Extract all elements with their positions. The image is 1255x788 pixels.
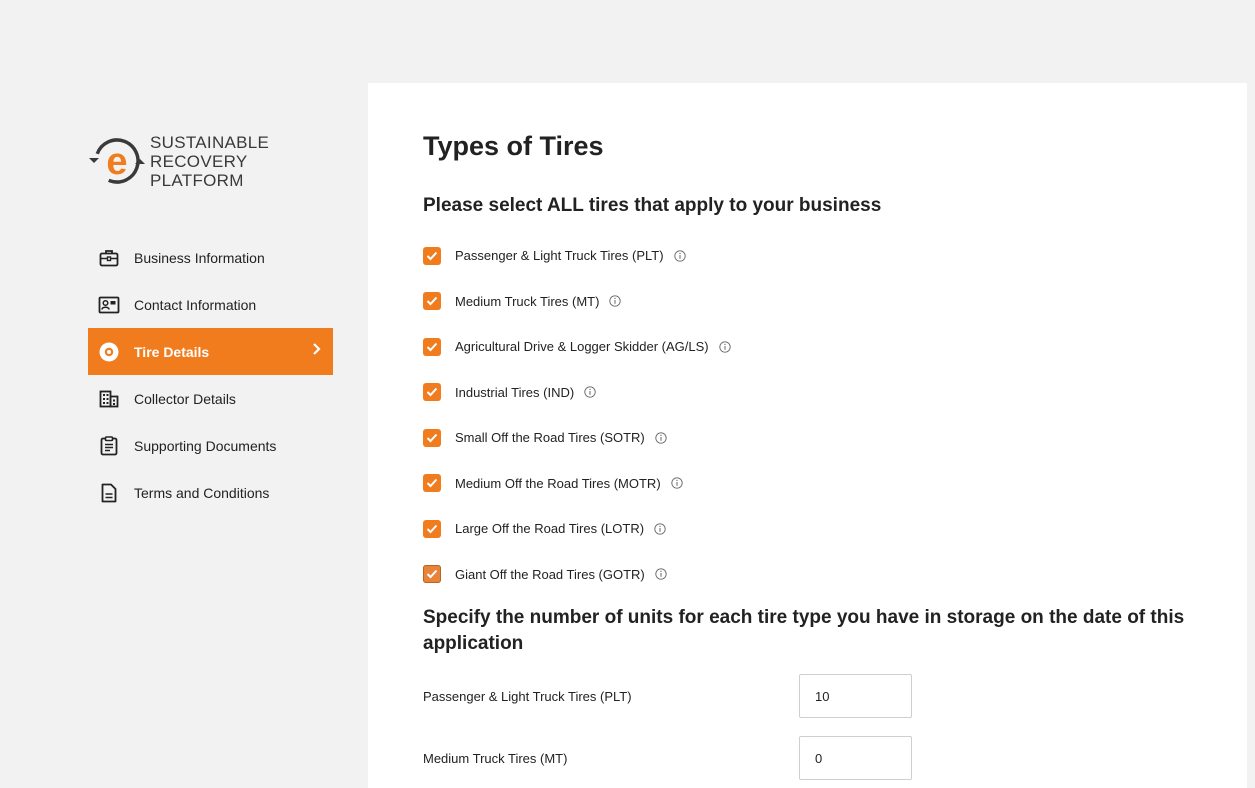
tire-icon [98,341,120,363]
checkbox-checked[interactable] [423,428,441,447]
info-icon[interactable] [584,386,596,398]
sidebar-item-supporting-documents[interactable]: Supporting Documents [88,422,333,469]
check-icon [426,342,438,352]
select-tires-heading: Please select ALL tires that apply to yo… [423,195,882,216]
checkbox-checked[interactable] [423,383,441,402]
checkbox-checked[interactable] [423,565,441,584]
tire-option-label: Medium Off the Road Tires (MOTR) [455,475,661,491]
brand-text: SUSTAINABLE RECOVERY PLATFORM [150,133,269,190]
sidebar-item-terms-and-conditions[interactable]: Terms and Conditions [88,469,333,516]
storage-row-plt: Passenger & Light Truck Tires (PLT) [423,674,923,718]
tire-option-label: Large Off the Road Tires (LOTR) [455,521,645,537]
sidebar-item-label: Business Information [134,249,265,266]
check-icon [426,251,438,261]
document-icon [98,482,120,504]
sidebar-item-business-information[interactable]: Business Information [88,234,333,281]
sidebar-item-tire-details[interactable]: Tire Details [88,328,333,375]
checkbox-checked[interactable] [423,246,441,265]
checkbox-checked[interactable] [423,337,441,356]
chevron-right-icon [312,342,321,361]
tire-option-agls[interactable]: Agricultural Drive & Logger Skidder (AG/… [423,324,731,370]
tire-option-label: Agricultural Drive & Logger Skidder (AG/… [455,339,709,355]
storage-row-mt: Medium Truck Tires (MT) [423,736,923,780]
check-icon [426,433,438,443]
tire-option-label: Industrial Tires (IND) [455,384,575,400]
info-icon[interactable] [609,295,622,307]
building-icon [98,388,120,410]
tire-option-plt[interactable]: Passenger & Light Truck Tires (PLT) [423,233,731,279]
tire-option-label: Medium Truck Tires (MT) [455,293,600,309]
tire-option-ind[interactable]: Industrial Tires (IND) [423,370,731,416]
sidebar-item-label: Contact Information [134,296,257,313]
checkbox-checked[interactable] [423,519,441,538]
info-icon[interactable] [654,523,666,535]
tire-option-label: Passenger & Light Truck Tires (PLT) [455,248,664,264]
sidebar-item-label: Supporting Documents [134,437,277,454]
sidebar: e SUSTAINABLE RECOVERY PLATFORM Business… [0,0,368,788]
tire-option-lotr[interactable]: Large Off the Road Tires (LOTR) [423,506,731,552]
svg-text:e: e [106,141,127,183]
clipboard-icon [98,435,120,457]
brand-line-1: SUSTAINABLE [150,132,270,152]
sidebar-item-label: Collector Details [134,390,236,407]
brand-line-2: RECOVERY [150,151,248,171]
info-icon[interactable] [673,250,686,262]
info-icon[interactable] [655,432,667,444]
checkbox-checked[interactable] [423,292,441,311]
logo-icon: e [89,138,145,184]
check-icon [426,524,438,534]
sidebar-item-label: Tire Details [134,343,210,360]
briefcase-icon [98,247,120,269]
contact-card-icon [98,294,120,316]
storage-plt-input[interactable] [799,674,912,718]
main-panel: Types of Tires Please select ALL tires t… [368,83,1247,788]
sidebar-item-contact-information[interactable]: Contact Information [88,281,333,328]
storage-mt-input[interactable] [799,736,912,780]
tire-option-label: Small Off the Road Tires (SOTR) [455,430,645,446]
info-icon[interactable] [718,341,731,353]
tire-option-motr[interactable]: Medium Off the Road Tires (MOTR) [423,461,731,507]
brand-line-3: PLATFORM [150,170,244,190]
sidebar-item-label: Terms and Conditions [134,484,270,501]
checkbox-checked[interactable] [423,474,441,493]
page-title: Types of Tires [423,131,604,161]
tire-option-mt[interactable]: Medium Truck Tires (MT) [423,279,731,325]
info-icon[interactable] [655,568,667,580]
tire-type-checklist: Passenger & Light Truck Tires (PLT) Medi… [423,233,731,597]
storage-label: Medium Truck Tires (MT) [423,750,568,766]
check-icon [426,297,438,306]
storage-label: Passenger & Light Truck Tires (PLT) [423,688,632,704]
tire-option-label: Giant Off the Road Tires (GOTR) [455,566,645,582]
tire-option-sotr[interactable]: Small Off the Road Tires (SOTR) [423,415,731,461]
tire-option-gotr[interactable]: Giant Off the Road Tires (GOTR) [423,552,731,598]
check-icon [426,570,438,579]
sidebar-item-collector-details[interactable]: Collector Details [88,375,333,422]
sidebar-nav: Business Information Contact Information… [88,234,333,516]
brand-logo[interactable]: e SUSTAINABLE RECOVERY PLATFORM [86,132,269,190]
info-icon[interactable] [671,477,683,489]
check-icon [426,479,438,488]
check-icon [426,388,438,397]
storage-heading: Specify the number of units for each tir… [423,607,1185,654]
